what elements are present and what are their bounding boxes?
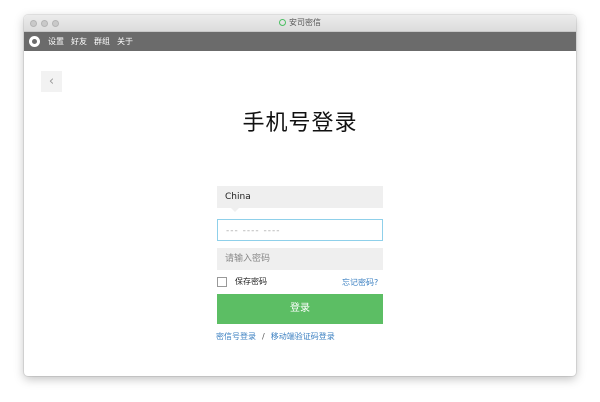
app-logo-icon: [29, 36, 40, 47]
menu-bar: 设置 好友 群组 关于: [24, 32, 576, 51]
window-title: 安司密信: [24, 17, 576, 29]
alternate-login-links: 密信号登录 / 移动端验证码登录: [216, 331, 335, 342]
login-button[interactable]: 登录: [217, 294, 383, 324]
menu-item-settings[interactable]: 设置: [48, 32, 64, 51]
remember-password-checkbox[interactable]: [217, 276, 227, 287]
menu-item-groups[interactable]: 群组: [94, 32, 110, 51]
forgot-password-link[interactable]: 忘记密码?: [342, 277, 378, 288]
mixin-id-login-link[interactable]: 密信号登录: [216, 332, 256, 341]
remember-password-label: 保存密码: [235, 277, 267, 286]
app-window: 安司密信 设置 好友 群组 关于 ‹ 手机号登录 China --- ---- …: [24, 15, 576, 376]
menu-item-friends[interactable]: 好友: [71, 32, 87, 51]
title-bar: 安司密信: [24, 15, 576, 32]
menu-item-about[interactable]: 关于: [117, 32, 133, 51]
back-button[interactable]: ‹: [41, 71, 62, 92]
country-select[interactable]: China: [217, 186, 383, 212]
window-title-text: 安司密信: [289, 18, 321, 27]
phone-input[interactable]: --- ---- ----: [217, 219, 383, 241]
link-separator: /: [262, 332, 265, 341]
remember-password: 保存密码: [217, 276, 267, 287]
chevron-left-icon: ‹: [48, 74, 55, 89]
mobile-code-login-link[interactable]: 移动端验证码登录: [271, 332, 335, 341]
page-title: 手机号登录: [242, 111, 358, 136]
app-logo-icon: [279, 19, 286, 26]
password-input[interactable]: 请输入密码: [217, 248, 383, 270]
